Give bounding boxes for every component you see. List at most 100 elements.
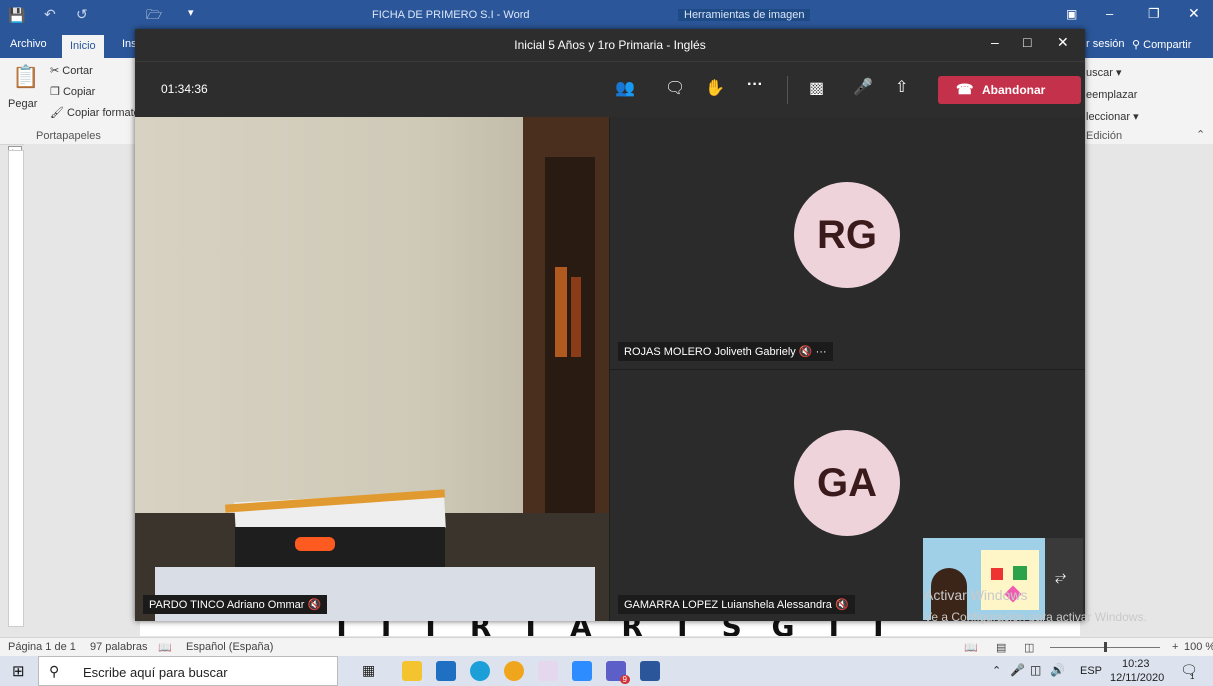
word-document-title: FICHA DE PRIMERO S.I - Word [372,9,530,21]
copy-label: Copiar [62,86,96,98]
page-count[interactable]: Página 1 de 1 [8,641,76,653]
more-actions-icon[interactable]: ··· [747,76,763,94]
self-video-shape [991,568,1003,580]
redo-icon[interactable]: ↺ [76,6,88,23]
clock-time[interactable]: 10:23 [1122,658,1150,670]
select-label: leccionar [1086,111,1131,123]
word-restore-icon[interactable]: ❐ [1148,6,1160,22]
open-folder-icon[interactable]: 🗁 [146,6,162,28]
signin-link[interactable]: r sesión [1086,38,1125,50]
brush-icon: 🖌 [50,107,64,119]
participant-name: GAMARRA LOPEZ Luianshela Alessandra [624,599,832,611]
activation-watermark-title: Activar Windows [924,587,1028,603]
zoom-slider-thumb[interactable] [1104,642,1107,652]
web-layout-icon[interactable]: ◫ [1024,641,1034,654]
self-video-preview[interactable]: ⥂ [923,538,1083,620]
camera-icon[interactable]: ▩ [809,78,824,98]
participant-name: PARDO TINCO Adriano Ommar [149,599,305,611]
format-painter-button[interactable]: 🖌 Copiar formato [50,106,140,119]
microphone-icon[interactable]: 🎤 [853,77,873,97]
teams-close-icon[interactable]: ✕ [1057,34,1069,51]
participant-name: ROJAS MOLERO Joliveth Gabriely [624,346,796,358]
leave-label: Abandonar [982,83,1046,97]
paste-label[interactable]: Pegar [8,98,37,110]
zoom-app-icon[interactable] [572,661,592,681]
teams-meeting-window: Inicial 5 Años y 1ro Primaria - Inglés –… [135,29,1085,621]
switch-camera-icon[interactable]: ⥂ [1055,568,1066,585]
read-mode-icon[interactable]: 📖 [964,641,978,654]
undo-icon[interactable]: ↶ [44,6,56,23]
find-label: uscar [1086,67,1113,79]
tray-chevron-icon[interactable]: ⌃ [992,664,1001,677]
share-screen-icon[interactable]: ⇧ [895,77,908,97]
meeting-title: Inicial 5 Años y 1ro Primaria - Inglés [514,38,706,52]
participant-video-pardo[interactable]: PARDO TINCO Adriano Ommar 🔇 [135,117,609,621]
proofing-icon[interactable]: 📖 [158,641,172,654]
teams-app-icon[interactable]: 9 [606,661,630,684]
tab-archivo[interactable]: Archivo [10,38,47,50]
share-label: Compartir [1143,39,1192,51]
participants-icon[interactable]: 👥 [615,78,635,98]
participant-name-label: GAMARRA LOPEZ Luianshela Alessandra 🔇 [618,595,855,614]
network-icon[interactable]: ◫ [1030,663,1041,677]
zoom-level[interactable]: 100 % [1184,641,1213,653]
customize-qat-icon[interactable]: ▾ [188,6,194,19]
tab-inicio[interactable]: Inicio [62,35,104,58]
leave-button[interactable]: ☎ Abandonar [938,76,1081,104]
video-shelf-interior [545,157,595,537]
clock-date[interactable]: 12/11/2020 [1110,672,1164,684]
paint-icon[interactable] [538,661,558,681]
cut-button[interactable]: ✂ Cortar [50,64,93,77]
select-button[interactable]: leccionar ▾ [1086,110,1139,123]
video-book [571,277,581,357]
windows-taskbar: ⊞ ⚲ Escribe aquí para buscar ▦ 9 ⌃ 🎤 ◫ 🔊… [0,656,1213,686]
participant-tile-rojas[interactable]: RG ROJAS MOLERO Joliveth Gabriely 🔇 ··· [610,117,1085,369]
raise-hand-icon[interactable]: ✋ [705,78,725,98]
video-book [555,267,567,357]
paste-icon[interactable]: 📋 [12,64,39,90]
avatar: RG [794,182,900,288]
windows-start-icon[interactable]: ⊞ [12,662,25,680]
file-explorer-icon[interactable] [402,661,422,681]
chrome-icon[interactable] [504,661,524,681]
activation-watermark-text: Ve a Configuración para activar Windows. [924,610,1147,624]
save-icon[interactable]: 💾 [8,7,25,24]
replace-button[interactable]: eemplazar [1086,89,1137,101]
vertical-ruler [8,150,24,627]
toolbar-divider [787,76,788,104]
word-count[interactable]: 97 palabras [90,641,148,653]
picture-tools-context: Herramientas de imagen [678,9,811,21]
word-minimize-icon[interactable]: – [1106,6,1113,21]
mic-muted-icon: 🔇 [834,599,849,611]
mic-muted-icon: 🔇 [307,599,322,611]
print-layout-icon[interactable]: ▤ [996,641,1006,654]
share-button[interactable]: ⚲ Compartir [1132,38,1191,51]
avatar: GA [794,430,900,536]
mic-tray-icon[interactable]: 🎤 [1010,663,1025,677]
mic-muted-icon: 🔇 [798,346,813,358]
teams-badge: 9 [619,675,630,684]
participant-more-icon[interactable]: ··· [816,346,827,358]
word-app-icon[interactable] [640,661,660,681]
edge-icon[interactable] [470,661,490,681]
taskbar-search[interactable]: ⚲ Escribe aquí para buscar [38,656,338,686]
input-language[interactable]: ESP [1080,665,1102,677]
ribbon-display-icon[interactable]: ▣ [1066,7,1077,21]
editing-group-label: Edición [1086,130,1123,142]
word-close-icon[interactable]: ✕ [1188,5,1200,22]
notifications-icon[interactable]: 🗨 [1180,662,1198,679]
word-status-bar: Página 1 de 1 97 palabras 📖 Español (Esp… [0,637,1213,656]
mail-icon[interactable] [436,661,456,681]
teams-minimize-icon[interactable]: – [991,34,999,50]
copy-button[interactable]: ❐ Copiar [50,85,95,98]
collapse-ribbon-icon[interactable]: ⌃ [1196,128,1205,141]
task-view-icon[interactable]: ▦ [362,662,375,679]
find-button[interactable]: uscar ▾ [1086,66,1121,79]
chat-icon[interactable]: 🗨 [665,78,685,98]
volume-icon[interactable]: 🔊 [1050,663,1065,677]
copy-icon: ❐ [50,86,60,98]
notification-count: 1 [1190,672,1195,681]
teams-maximize-icon[interactable]: □ [1023,34,1031,50]
language-status[interactable]: Español (España) [186,641,273,653]
zoom-in-icon[interactable]: + [1172,641,1178,653]
